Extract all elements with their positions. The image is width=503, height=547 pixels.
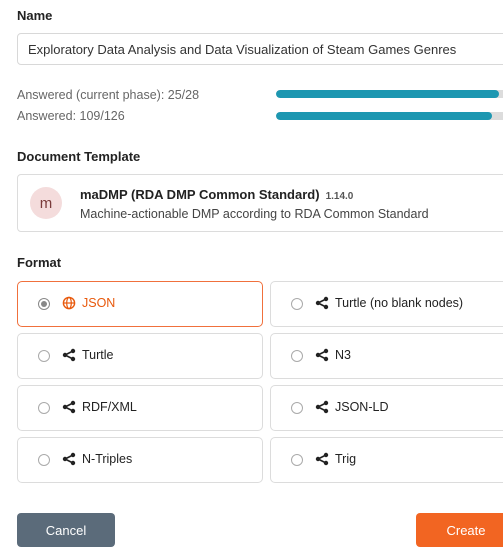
current-phase-progress-label: Answered (current phase): 25/28 xyxy=(17,88,200,102)
format-option[interactable]: JSON-LD xyxy=(270,385,503,431)
format-option[interactable]: N-Triples xyxy=(17,437,263,483)
template-card[interactable]: m maDMP (RDA DMP Common Standard) 1.14.0 … xyxy=(17,174,503,232)
current-phase-progress-fill xyxy=(276,90,500,98)
cancel-button[interactable]: Cancel xyxy=(17,513,115,547)
format-option-label: JSON-LD xyxy=(335,400,389,414)
format-radio[interactable] xyxy=(38,454,50,466)
template-description: Machine-actionable DMP according to RDA … xyxy=(80,207,429,221)
document-name-input[interactable] xyxy=(17,33,503,65)
format-label: Format xyxy=(17,255,62,270)
share-icon xyxy=(62,452,76,466)
template-version: 1.14.0 xyxy=(325,191,354,202)
total-progress-bar xyxy=(276,112,503,120)
format-option-label: Turtle (no blank nodes) xyxy=(335,296,464,310)
format-option-label: JSON xyxy=(82,296,116,310)
format-radio[interactable] xyxy=(38,350,50,362)
format-option-label: N3 xyxy=(335,348,351,362)
share-icon xyxy=(315,400,329,414)
format-option[interactable]: N3 xyxy=(270,333,503,379)
total-progress-label: Answered: 109/126 xyxy=(17,109,125,123)
format-option[interactable]: Turtle (no blank nodes) xyxy=(270,281,503,327)
share-icon xyxy=(315,348,329,362)
current-phase-progress-bar xyxy=(276,90,503,98)
total-progress-fill xyxy=(276,112,493,120)
document-template-label: Document Template xyxy=(17,149,141,164)
format-radio[interactable] xyxy=(38,298,50,310)
create-button[interactable]: Create xyxy=(416,513,503,547)
format-option[interactable]: Turtle xyxy=(17,333,263,379)
format-radio[interactable] xyxy=(291,298,303,310)
format-option[interactable]: JSON xyxy=(17,281,263,327)
name-label: Name xyxy=(17,8,53,23)
share-icon xyxy=(315,452,329,466)
template-avatar: m xyxy=(30,187,62,219)
format-option-label: N-Triples xyxy=(82,452,133,466)
share-icon xyxy=(62,348,76,362)
share-icon xyxy=(315,296,329,310)
format-option-label: Trig xyxy=(335,452,357,466)
format-option[interactable]: RDF/XML xyxy=(17,385,263,431)
template-title: maDMP (RDA DMP Common Standard) 1.14.0 xyxy=(80,187,353,202)
format-option[interactable]: Trig xyxy=(270,437,503,483)
format-radio[interactable] xyxy=(291,350,303,362)
format-option-label: Turtle xyxy=(82,348,114,362)
format-radio[interactable] xyxy=(291,402,303,414)
template-name: maDMP (RDA DMP Common Standard) xyxy=(80,187,320,202)
globe-icon xyxy=(62,296,76,310)
format-option-label: RDF/XML xyxy=(82,400,137,414)
format-radio[interactable] xyxy=(38,402,50,414)
share-icon xyxy=(62,400,76,414)
format-radio[interactable] xyxy=(291,454,303,466)
